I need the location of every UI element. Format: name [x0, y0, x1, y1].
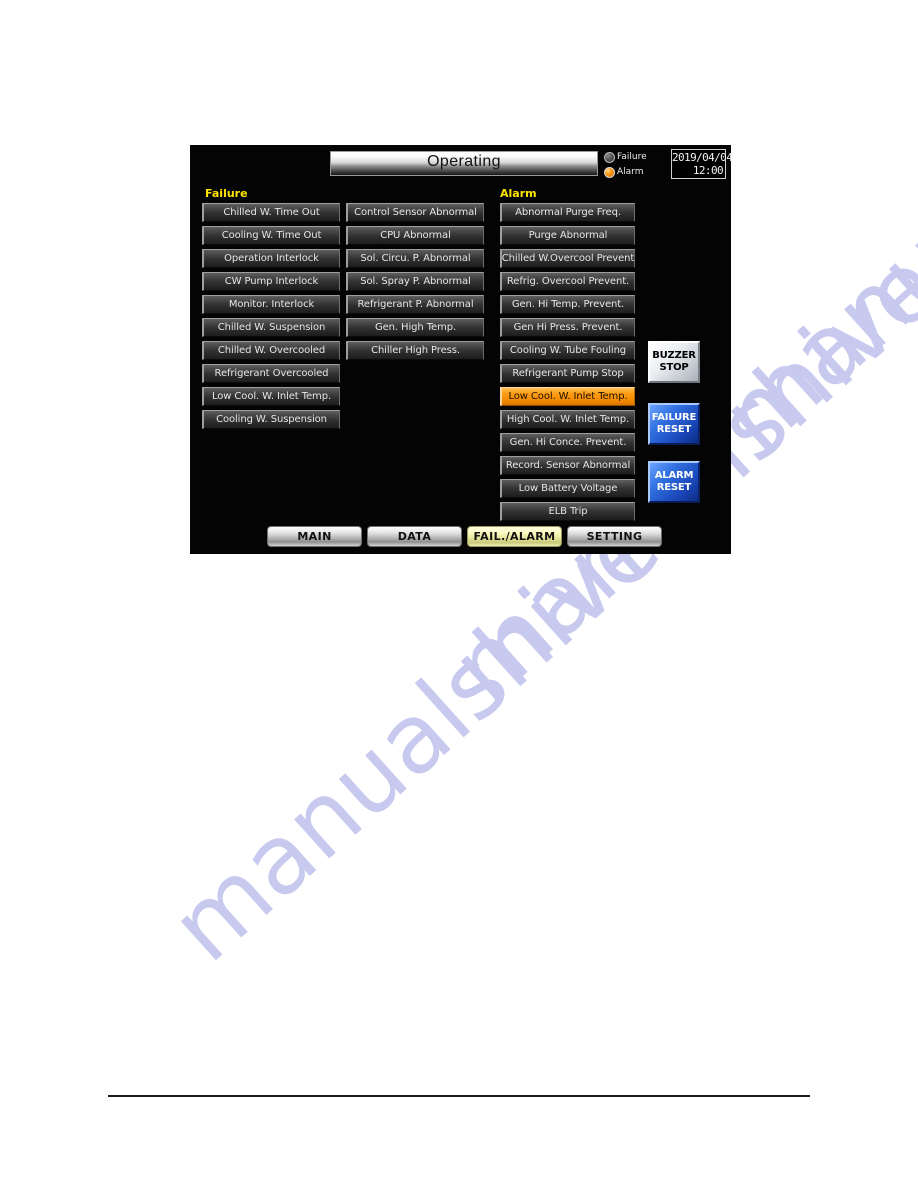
failure-item-label: Low Cool. W. Inlet Temp.	[211, 391, 332, 402]
failure-item[interactable]: Gen. High Temp.	[346, 318, 484, 337]
failure-item[interactable]: Control Sensor Abnormal	[346, 203, 484, 222]
alarm-item[interactable]: Record. Sensor Abnormal	[500, 456, 635, 475]
watermark-text: manualshive	[700, 0, 918, 474]
failure-item[interactable]: Cooling W. Time Out	[202, 226, 340, 245]
alarm-item[interactable]: Chilled W.Overcool Prevent	[500, 249, 635, 268]
failure-lamp-row: Failure	[604, 150, 666, 165]
nav-tab-fail-alarm[interactable]: FAIL./ALARM	[467, 526, 562, 547]
alarm-section-title: Alarm	[500, 187, 537, 200]
failure-item-label: Operation Interlock	[224, 253, 319, 264]
failure-reset-line1: FAILURE	[651, 412, 697, 423]
failure-item[interactable]: Refrigerant Overcooled	[202, 364, 340, 383]
hmi-panel: Operating Failure Alarm 2019/04/04 12:00…	[190, 145, 733, 554]
failure-section-title: Failure	[205, 187, 248, 200]
alarm-item[interactable]: Gen Hi Press. Prevent.	[500, 318, 635, 337]
failure-reset-line2: RESET	[656, 424, 692, 435]
failure-item[interactable]: Chiller High Press.	[346, 341, 484, 360]
alarm-item-label: High Cool. W. Inlet Temp.	[506, 414, 630, 425]
alarm-item[interactable]: Purge Abnormal	[500, 226, 635, 245]
alarm-lamp-icon	[604, 167, 615, 178]
failure-item-label: Chilled W. Time Out	[223, 207, 320, 218]
failure-item-label: Refrigerant Overcooled	[214, 368, 329, 379]
failure-item[interactable]: Sol. Circu. P. Abnormal	[346, 249, 484, 268]
failure-item[interactable]: Operation Interlock	[202, 249, 340, 268]
failure-item[interactable]: Sol. Spray P. Abnormal	[346, 272, 484, 291]
alarm-reset-button[interactable]: ALARM RESET	[648, 461, 700, 503]
buzzer-stop-button[interactable]: BUZZER STOP	[648, 341, 700, 383]
alarm-item-label: Gen. Hi Conce. Prevent.	[509, 437, 627, 448]
failure-item-label: Gen. High Temp.	[374, 322, 457, 333]
alarm-item-label: Purge Abnormal	[528, 230, 608, 241]
failure-item-label: Chilled W. Overcooled	[217, 345, 326, 356]
failure-item[interactable]: CPU Abnormal	[346, 226, 484, 245]
status-bar: Operating Failure Alarm 2019/04/04 12:00	[190, 145, 733, 185]
alarm-item-label: Record. Sensor Abnormal	[505, 460, 631, 471]
failure-reset-button[interactable]: FAILURE RESET	[648, 403, 700, 445]
alarm-item[interactable]: Low Cool. W. Inlet Temp.	[500, 387, 635, 406]
failure-lamp-icon	[604, 152, 615, 163]
alarm-item-label: Refrig. Overcool Prevent.	[506, 276, 630, 287]
failure-item-label: Chilled W. Suspension	[217, 322, 326, 333]
alarm-item[interactable]: Cooling W. Tube Fouling	[500, 341, 635, 360]
alarm-reset-line2: RESET	[656, 482, 692, 493]
alarm-item[interactable]: Refrigerant Pump Stop	[500, 364, 635, 383]
nav-tab-label: MAIN	[297, 530, 332, 543]
alarm-item[interactable]: ELB Trip	[500, 502, 635, 521]
alarm-item-label: Refrigerant Pump Stop	[512, 368, 624, 379]
failure-item-label: Monitor. Interlock	[228, 299, 315, 310]
alarm-item[interactable]: Low Battery Voltage	[500, 479, 635, 498]
nav-tab-setting[interactable]: SETTING	[567, 526, 662, 547]
nav-tab-label: DATA	[397, 530, 432, 543]
bottom-navigation: MAIN DATA FAIL./ALARM SETTING	[190, 526, 731, 548]
buzzer-stop-line1: BUZZER	[652, 350, 696, 361]
alarm-item-label: Low Battery Voltage	[518, 483, 618, 494]
indicator-lamp-group: Failure Alarm	[604, 150, 666, 180]
alarm-item-label: Gen. Hi Temp. Prevent.	[511, 299, 625, 310]
failure-item-label: Control Sensor Abnormal	[354, 207, 477, 218]
failure-item[interactable]: Refrigerant P. Abnormal	[346, 295, 484, 314]
time-text: 12:00	[692, 164, 724, 177]
alarm-item[interactable]: High Cool. W. Inlet Temp.	[500, 410, 635, 429]
operating-status-text: Operating	[427, 153, 501, 170]
alarm-item[interactable]: Abnormal Purge Freq.	[500, 203, 635, 222]
alarm-item-label: Gen Hi Press. Prevent.	[513, 322, 623, 333]
failure-item-label: Cooling W. Suspension	[216, 414, 327, 425]
alarm-item[interactable]: Gen. Hi Temp. Prevent.	[500, 295, 635, 314]
page-footer-rule	[108, 1095, 810, 1097]
failure-item[interactable]: Chilled W. Suspension	[202, 318, 340, 337]
alarm-item[interactable]: Gen. Hi Conce. Prevent.	[500, 433, 635, 452]
failure-item-label: CPU Abnormal	[380, 230, 451, 241]
failure-item-label: Sol. Spray P. Abnormal	[360, 276, 471, 287]
alarm-reset-line1: ALARM	[654, 470, 694, 481]
buzzer-stop-line2: STOP	[659, 362, 689, 373]
failure-item[interactable]: CW Pump Interlock	[202, 272, 340, 291]
failure-item[interactable]: Low Cool. W. Inlet Temp.	[202, 387, 340, 406]
failure-item[interactable]: Chilled W. Time Out	[202, 203, 340, 222]
nav-tab-main[interactable]: MAIN	[267, 526, 362, 547]
nav-tab-data[interactable]: DATA	[367, 526, 462, 547]
alarm-lamp-label: Alarm	[617, 167, 644, 177]
failure-item-label: CW Pump Interlock	[224, 276, 319, 287]
failure-item-label: Cooling W. Time Out	[221, 230, 322, 241]
alarm-item-label: ELB Trip	[548, 506, 588, 517]
alarm-item-label: Low Cool. W. Inlet Temp.	[508, 391, 628, 402]
failure-item[interactable]: Monitor. Interlock	[202, 295, 340, 314]
failure-item-label: Sol. Circu. P. Abnormal	[360, 253, 471, 264]
nav-tab-label: SETTING	[586, 530, 643, 543]
datetime-display: 2019/04/04 12:00	[671, 149, 733, 179]
failure-lamp-label: Failure	[617, 152, 647, 162]
alarm-lamp-row: Alarm	[604, 165, 666, 180]
alarm-item-label: Cooling W. Tube Fouling	[509, 345, 627, 356]
date-text: 2019/04/04	[672, 151, 733, 164]
failure-item[interactable]: Chilled W. Overcooled	[202, 341, 340, 360]
operating-status-display: Operating	[330, 151, 598, 176]
failure-item-label: Chiller High Press.	[371, 345, 460, 356]
failure-item-label: Refrigerant P. Abnormal	[357, 299, 474, 310]
failure-item[interactable]: Cooling W. Suspension	[202, 410, 340, 429]
watermark-text: manualshive	[150, 489, 681, 984]
alarm-item-label: Abnormal Purge Freq.	[515, 207, 621, 218]
nav-tab-label: FAIL./ALARM	[473, 530, 556, 543]
alarm-item-label: Chilled W.Overcool Prevent	[501, 253, 635, 264]
alarm-item[interactable]: Refrig. Overcool Prevent.	[500, 272, 635, 291]
